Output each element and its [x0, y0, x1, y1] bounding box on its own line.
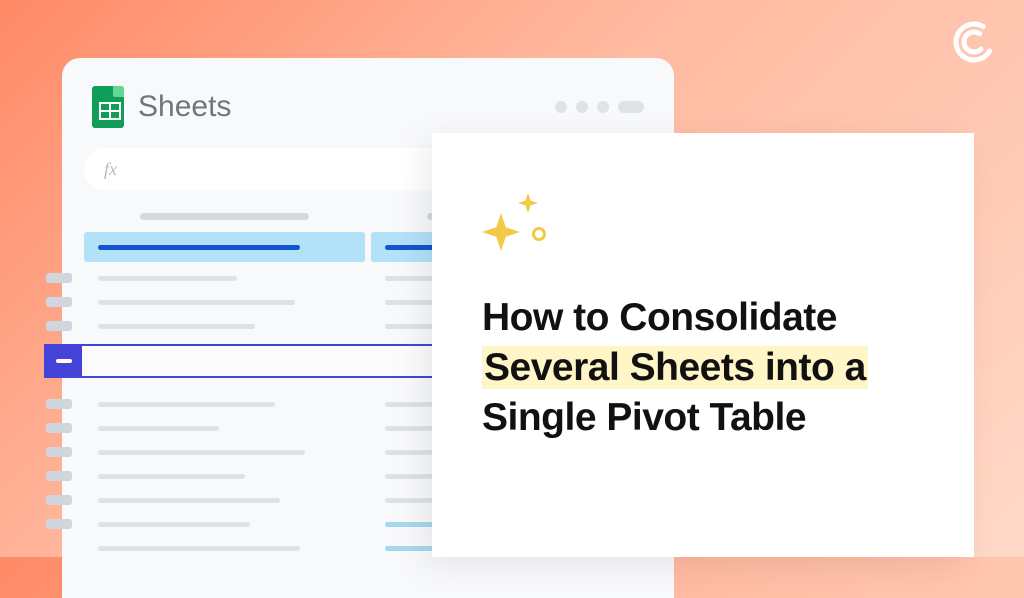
table-cell — [84, 276, 365, 281]
table-cell — [84, 426, 365, 431]
table-cell — [84, 546, 365, 551]
column-header — [84, 206, 365, 226]
table-cell — [84, 450, 365, 455]
table-cell — [84, 474, 365, 479]
row-handle — [46, 273, 72, 283]
headline-highlight: Several Sheets into a — [482, 346, 868, 389]
sparkle-decoration — [476, 191, 924, 263]
window-pill — [618, 101, 644, 113]
table-cell — [84, 522, 365, 527]
sheets-header: Sheets — [84, 86, 652, 128]
brand-logo-icon — [952, 20, 996, 64]
sparkle-ring-icon — [532, 227, 546, 241]
sparkle-small-icon — [518, 193, 538, 213]
table-cell — [84, 300, 365, 305]
window-dot — [597, 101, 609, 113]
window-dot — [555, 101, 567, 113]
sparkle-icon — [482, 213, 520, 251]
table-cell — [84, 402, 365, 407]
row-handle — [46, 495, 72, 505]
row-handle — [46, 321, 72, 331]
row-handle — [46, 519, 72, 529]
window-dot — [576, 101, 588, 113]
sheets-icon — [92, 86, 124, 128]
title-card: How to Consolidate Several Sheets into a… — [432, 133, 974, 557]
row-handle — [46, 399, 72, 409]
headline-line: How to Consolidate — [482, 296, 837, 339]
headline-line: Single Pivot Table — [482, 396, 806, 439]
window-controls — [555, 101, 644, 113]
table-cell — [84, 324, 365, 329]
table-cell — [84, 232, 365, 262]
row-handle — [46, 297, 72, 307]
row-handle — [46, 447, 72, 457]
row-handle — [46, 423, 72, 433]
article-headline: How to Consolidate Several Sheets into a… — [482, 293, 924, 443]
row-handle — [46, 471, 72, 481]
table-cell — [84, 498, 365, 503]
formula-prefix: fx — [104, 159, 117, 180]
selected-row-handle[interactable] — [46, 346, 82, 376]
sheets-title-group: Sheets — [92, 86, 231, 128]
sheets-app-label: Sheets — [138, 90, 231, 124]
